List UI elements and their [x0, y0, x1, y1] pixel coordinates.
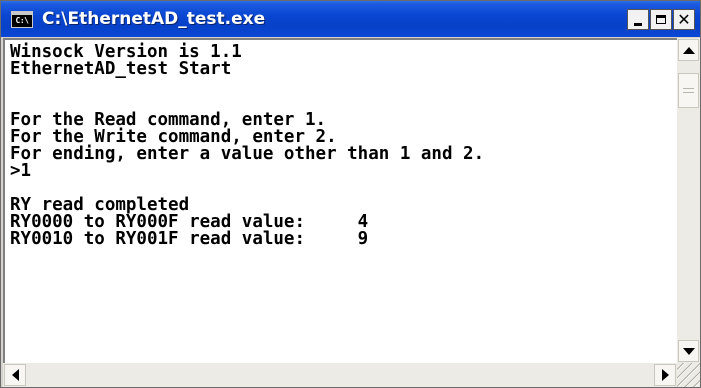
close-icon: ✕: [677, 9, 691, 29]
console-line: For ending, enter a value other than 1 a…: [10, 144, 485, 164]
scroll-down-button[interactable]: [678, 340, 699, 362]
arrow-right-icon: [661, 369, 669, 381]
horizontal-scrollbar[interactable]: [3, 363, 677, 387]
vertical-scroll-thumb[interactable]: [678, 73, 699, 108]
minimize-button[interactable]: [627, 9, 649, 30]
scroll-up-button[interactable]: [678, 39, 699, 61]
resize-grip-icon[interactable]: [677, 363, 700, 387]
console-icon-label: C:\: [15, 16, 29, 25]
window-title: C:\EthernetAD_test.exe: [42, 9, 266, 29]
arrow-up-icon: [682, 46, 695, 54]
close-button[interactable]: ✕: [673, 9, 695, 30]
scroll-left-button[interactable]: [4, 364, 26, 386]
minimize-icon: [634, 22, 642, 26]
console-line: >1: [10, 161, 32, 181]
console-icon[interactable]: C:\: [11, 10, 33, 28]
maximize-icon: [656, 15, 666, 24]
console-window: C:\ C:\EthernetAD_test.exe ✕ Winsock Ver…: [0, 0, 701, 388]
arrow-left-icon: [11, 369, 19, 381]
arrow-down-icon: [682, 347, 695, 355]
maximize-button[interactable]: [650, 9, 672, 30]
scroll-right-button[interactable]: [654, 364, 676, 386]
console-line: EthernetAD_test Start: [10, 59, 232, 79]
console-output[interactable]: Winsock Version is 1.1 EthernetAD_test S…: [3, 38, 677, 363]
title-bar[interactable]: C:\ C:\EthernetAD_test.exe ✕: [1, 1, 700, 37]
console-line: RY0010 to RY001F read value: 9: [10, 229, 369, 249]
